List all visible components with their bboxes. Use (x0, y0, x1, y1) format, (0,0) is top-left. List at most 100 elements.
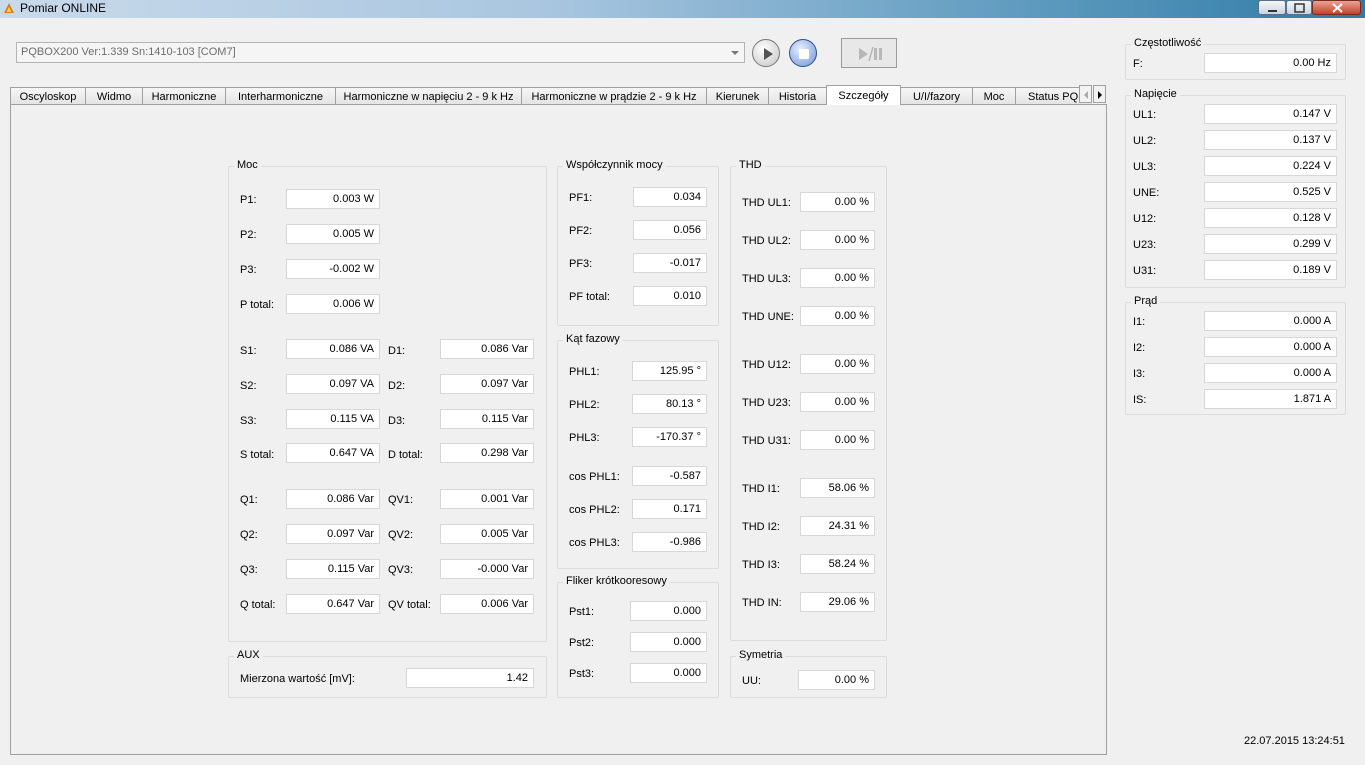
timestamp: 22.07.2015 13:24:51 (1244, 735, 1345, 747)
tab-historia[interactable]: Historia (768, 87, 827, 105)
field-label: Q2: (240, 529, 258, 541)
thd-u31-value: 0.00 % (800, 430, 875, 450)
tab-scroll-right-button[interactable] (1093, 85, 1106, 103)
pf2-value: 0.056 (633, 220, 707, 240)
field-label: I3: (1133, 368, 1146, 380)
stop-button[interactable] (789, 39, 817, 67)
close-icon (1332, 3, 1343, 13)
i1-value: 0.000 A (1204, 311, 1337, 331)
pst2-value: 0.000 (630, 632, 707, 652)
qv2-value: 0.005 Var (440, 524, 534, 544)
field-label: F: (1133, 58, 1143, 70)
tab-widmo[interactable]: Widmo (85, 87, 143, 105)
czestotliwosc-group: Częstotliwość F: 0.00 Hz (1125, 37, 1346, 80)
field-label: S2: (240, 380, 257, 392)
device-select-value: PQBOX200 Ver:1.339 Sn:1410-103 [COM7] (21, 46, 236, 58)
field-label: Pst1: (569, 606, 595, 618)
field-label: UL3: (1133, 161, 1157, 173)
szczegoly-panel: Moc P1: 0.003 W P2: 0.005 W P3: -0.002 W… (10, 104, 1107, 755)
field-label: THD UNE: (742, 311, 794, 323)
q3-value: 0.115 Var (286, 559, 380, 579)
chevron-left-icon (1084, 91, 1088, 99)
cos-phl3-value: -0.986 (632, 532, 707, 552)
app-icon (4, 3, 14, 13)
tab-kierunek[interactable]: Kierunek (706, 87, 769, 105)
qv1-value: 0.001 Var (440, 489, 534, 509)
field-label: cos PHL3: (569, 537, 620, 549)
p2-value: 0.005 W (286, 224, 380, 244)
f-value: 0.00 Hz (1204, 53, 1337, 73)
tab-scroll-left-button[interactable] (1079, 85, 1092, 103)
title-bar: Pomiar ONLINE (0, 0, 1365, 18)
field-label: Q total: (240, 599, 276, 611)
field-label: cos PHL1: (569, 471, 620, 483)
tab-szczegoly[interactable]: Szczegóły (826, 85, 901, 105)
field-label: THD IN: (742, 597, 782, 609)
field-label: Mierzona wartość [mV]: (240, 673, 355, 685)
qv3-value: -0.000 Var (440, 559, 534, 579)
field-label: S3: (240, 415, 257, 427)
field-label: P3: (240, 264, 257, 276)
field-label: THD I2: (742, 521, 780, 533)
q-total-value: 0.647 Var (286, 594, 380, 614)
tab-label: Interharmoniczne (238, 91, 323, 103)
tab-oscyloskop[interactable]: Oscyloskop (10, 87, 86, 105)
play-button[interactable] (752, 39, 780, 67)
d1-value: 0.086 Var (440, 339, 534, 359)
minimize-button[interactable] (1258, 0, 1286, 15)
thd-u23-value: 0.00 % (800, 392, 875, 412)
tab-harmoniczne[interactable]: Harmoniczne (142, 87, 226, 105)
field-label: UL1: (1133, 109, 1157, 121)
group-title: Kąt fazowy (563, 333, 623, 345)
maximize-icon (1294, 3, 1305, 13)
field-label: UL2: (1133, 135, 1157, 147)
prad-group: Prąd I1: 0.000 A I2: 0.000 A I3: 0.000 A… (1125, 295, 1346, 415)
u23-value: 0.299 V (1204, 234, 1337, 254)
field-label: THD UL2: (742, 235, 791, 247)
field-label: QV1: (388, 494, 414, 506)
fliker-group: Fliker krótkooresowy Pst1: 0.000 Pst2: 0… (557, 575, 719, 698)
thd-ul1-value: 0.00 % (800, 192, 875, 212)
wspolczynnik-mocy-group: Współczynnik mocy PF1: 0.034 PF2: 0.056 … (557, 159, 719, 326)
u12-value: 0.128 V (1204, 208, 1337, 228)
field-label: cos PHL2: (569, 504, 620, 516)
u31-value: 0.189 V (1204, 260, 1337, 280)
qv-total-value: 0.006 Var (440, 594, 534, 614)
window-title: Pomiar ONLINE (20, 1, 107, 15)
group-title: AUX (234, 649, 263, 661)
aux-value: 1.42 (406, 668, 534, 688)
phl2-value: 80.13 ° (632, 394, 707, 414)
tab-label: Kierunek (715, 91, 760, 103)
ul3-value: 0.224 V (1204, 156, 1337, 176)
tab-harmoniczne-prad[interactable]: Harmoniczne w prądzie 2 - 9 k Hz (521, 87, 707, 105)
device-select[interactable]: PQBOX200 Ver:1.339 Sn:1410-103 [COM7] (16, 42, 745, 63)
field-label: PF2: (569, 225, 593, 237)
aux-group: AUX Mierzona wartość [mV]: 1.42 (228, 649, 547, 698)
field-label: QV2: (388, 529, 414, 541)
field-label: P2: (240, 229, 257, 241)
tab-moc[interactable]: Moc (972, 87, 1016, 105)
field-label: QV3: (388, 564, 414, 576)
field-label: S total: (240, 449, 275, 461)
napiecie-group: Napięcie UL1: 0.147 V UL2: 0.137 V UL3: … (1125, 88, 1346, 288)
field-label: UU: (742, 675, 761, 687)
field-label: Pst3: (569, 668, 595, 680)
tab-label: Moc (983, 91, 1005, 103)
close-button[interactable] (1312, 0, 1361, 15)
tab-interharmoniczne[interactable]: Interharmoniczne (225, 87, 336, 105)
maximize-button[interactable] (1286, 0, 1312, 15)
chevron-down-icon (731, 51, 739, 55)
field-label: I2: (1133, 342, 1146, 354)
d3-value: 0.115 Var (440, 409, 534, 429)
field-label: U12: (1133, 213, 1157, 225)
s-total-value: 0.647 VA (286, 443, 380, 463)
symetria-group: Symetria UU: 0.00 % (730, 649, 887, 698)
tab-ui-fazory[interactable]: U/I/fazory (900, 87, 973, 105)
i2-value: 0.000 A (1204, 337, 1337, 357)
play-pause-button[interactable] (841, 38, 897, 68)
pf3-value: -0.017 (633, 253, 707, 273)
i3-value: 0.000 A (1204, 363, 1337, 383)
thd-une-value: 0.00 % (800, 306, 875, 326)
tab-harmoniczne-napiecie[interactable]: Harmoniczne w napięciu 2 - 9 k Hz (335, 87, 522, 105)
moc-group: Moc P1: 0.003 W P2: 0.005 W P3: -0.002 W… (228, 159, 547, 642)
